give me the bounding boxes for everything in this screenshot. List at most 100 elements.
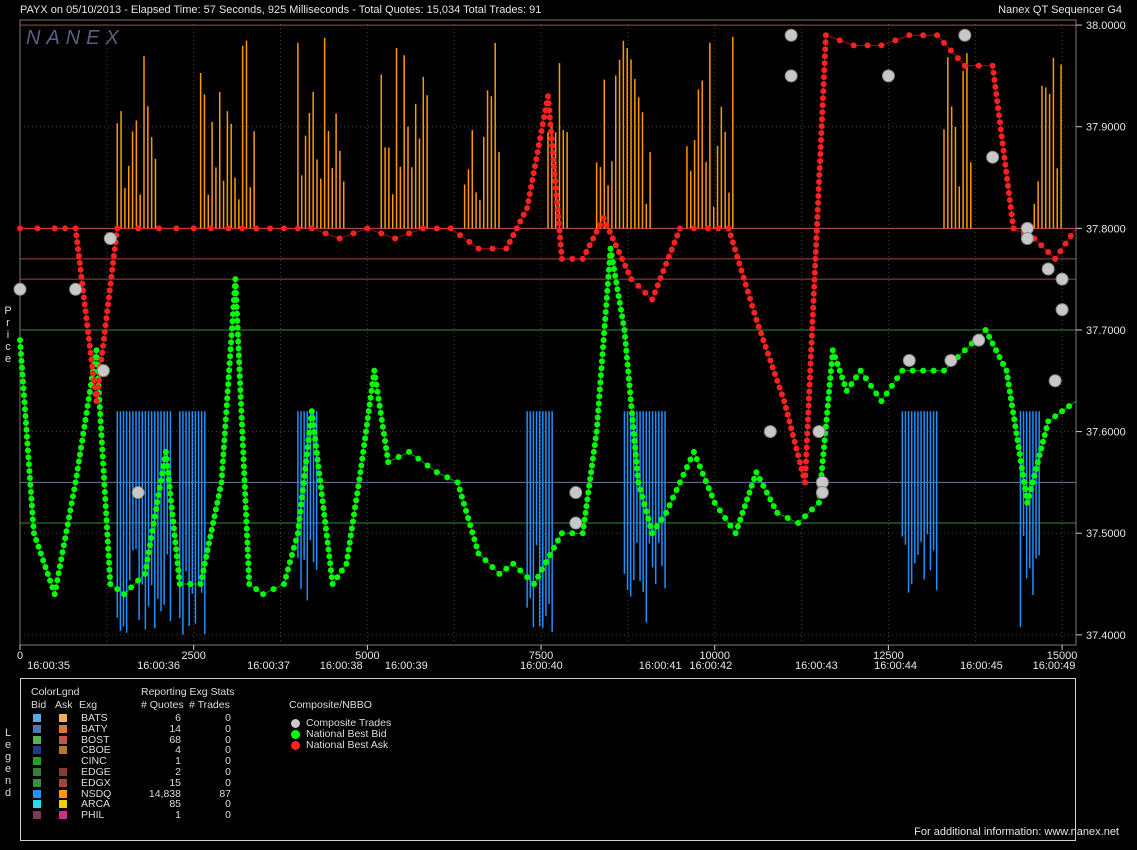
series-point	[100, 335, 107, 342]
series-point	[392, 235, 399, 242]
y-tick-label: 37.8000	[1086, 223, 1126, 235]
series-point	[324, 539, 331, 546]
series-point	[1021, 478, 1028, 485]
series-point	[26, 468, 33, 475]
series-point	[607, 245, 614, 252]
series-point	[357, 469, 364, 476]
series-point	[601, 323, 608, 330]
series-point	[85, 328, 92, 335]
series-point	[242, 490, 249, 497]
series-point	[344, 553, 351, 560]
series-point	[683, 464, 690, 471]
series-point	[18, 357, 25, 364]
series-point	[270, 586, 277, 593]
series-point	[734, 523, 741, 530]
series-point	[200, 567, 207, 574]
legend-bid-heading: Bid	[31, 699, 47, 711]
series-point	[986, 333, 993, 340]
series-point	[1013, 430, 1020, 437]
series-point	[622, 333, 629, 340]
series-point	[753, 316, 760, 323]
series-point	[629, 410, 635, 417]
series-point	[807, 353, 814, 360]
series-point	[253, 586, 260, 593]
series-point	[635, 282, 642, 289]
series-point	[1041, 431, 1048, 438]
series-point	[233, 303, 240, 310]
series-point	[626, 382, 633, 389]
series-point	[546, 114, 553, 121]
series-point	[244, 532, 251, 539]
series-point	[235, 345, 242, 352]
series-point	[54, 577, 61, 584]
composite-trade-point	[1055, 303, 1069, 317]
series-point	[1009, 218, 1016, 225]
series-point	[513, 225, 520, 232]
legend-ask-swatch	[59, 778, 67, 787]
series-point	[226, 360, 233, 367]
series-point	[899, 367, 906, 374]
series-point	[328, 574, 335, 581]
series-point	[756, 476, 763, 483]
series-point	[23, 433, 30, 440]
series-point	[597, 221, 604, 228]
series-point	[630, 430, 637, 437]
series-point	[555, 213, 562, 220]
series-point	[828, 361, 835, 368]
legend-ask-swatch	[59, 714, 67, 722]
series-point	[457, 232, 463, 239]
legend-ask-swatch	[59, 789, 67, 798]
series-point	[1027, 486, 1034, 493]
series-point	[586, 482, 593, 489]
series-point	[635, 479, 642, 486]
series-point	[21, 406, 28, 413]
series-point	[469, 529, 476, 536]
series-point	[590, 235, 597, 242]
series-point	[1038, 242, 1045, 249]
series-point	[705, 485, 712, 492]
series-point	[1059, 408, 1066, 415]
series-point	[242, 497, 249, 504]
series-point	[625, 375, 632, 382]
series-point	[85, 395, 92, 402]
series-point	[595, 407, 602, 414]
series-point	[466, 238, 473, 245]
series-point	[554, 199, 561, 206]
composite-trade-point	[569, 486, 583, 500]
legend-bid-swatch	[33, 789, 41, 798]
series-point	[72, 479, 79, 486]
series-point	[107, 581, 114, 588]
series-point	[35, 543, 42, 550]
series-point	[318, 491, 325, 498]
series-point	[223, 409, 230, 416]
series-point	[804, 416, 811, 423]
series-point	[699, 470, 706, 477]
series-point	[281, 581, 287, 588]
series-point	[558, 255, 565, 262]
series-point	[56, 563, 63, 570]
series-point	[94, 391, 101, 398]
series-point	[73, 472, 80, 479]
y-tick-label: 37.9000	[1086, 122, 1126, 134]
series-point	[281, 225, 287, 232]
series-point	[90, 370, 97, 377]
series-point	[372, 374, 379, 381]
series-point	[818, 123, 825, 130]
series-point	[677, 479, 683, 486]
series-point	[354, 490, 361, 497]
series-point	[85, 335, 92, 342]
series-point	[552, 185, 559, 192]
series-point	[722, 514, 729, 521]
series-point	[93, 347, 100, 354]
series-point	[625, 269, 632, 276]
series-point	[24, 447, 31, 454]
series-point	[203, 553, 210, 560]
series-point	[302, 465, 309, 472]
series-point	[1016, 451, 1023, 458]
series-point	[309, 415, 316, 422]
composite-trade-point	[1041, 262, 1055, 276]
series-point	[245, 553, 251, 560]
series-point	[20, 392, 27, 399]
series-point	[303, 451, 310, 458]
series-point	[288, 551, 295, 558]
